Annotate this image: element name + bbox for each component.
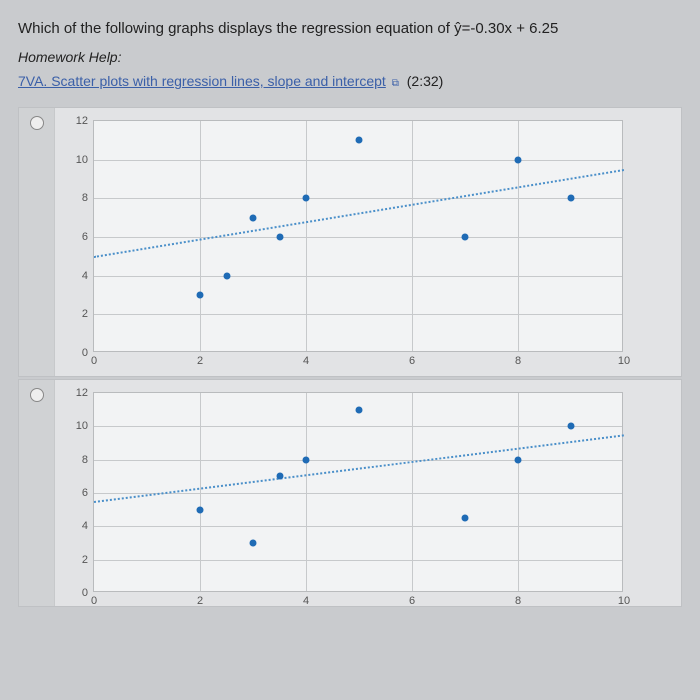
help-video-link[interactable]: 7VA. Scatter plots with regression lines… [18, 73, 386, 89]
scatter-chart-a: 0246810024681012 [55, 108, 681, 376]
x-tick-label: 4 [303, 591, 309, 607]
answer-options: 0246810024681012 0246810024681012 [18, 107, 682, 607]
y-tick-label: 10 [76, 154, 94, 166]
data-point [250, 214, 257, 221]
x-tick-label: 10 [618, 591, 630, 607]
regression-line [94, 169, 624, 258]
y-tick-label: 2 [82, 308, 94, 320]
x-tick-label: 6 [409, 351, 415, 367]
y-tick-label: 12 [76, 387, 94, 399]
data-point [515, 456, 522, 463]
data-point [356, 137, 363, 144]
help-link-row: 7VA. Scatter plots with regression lines… [18, 73, 682, 89]
homework-help-label: Homework Help: [18, 49, 682, 65]
chart-cell-b: 0246810024681012 [55, 380, 681, 606]
help-video-duration: (2:32) [407, 73, 444, 89]
option-b[interactable]: 0246810024681012 [18, 379, 682, 607]
data-point [197, 292, 204, 299]
x-tick-label: 8 [515, 591, 521, 607]
chart-cell-a: 0246810024681012 [55, 108, 681, 376]
y-tick-label: 4 [82, 270, 94, 282]
radio-cell [19, 380, 55, 606]
y-tick-label: 4 [82, 520, 94, 532]
y-tick-label: 0 [82, 587, 94, 599]
data-point [462, 234, 469, 241]
data-point [250, 540, 257, 547]
y-tick-label: 6 [82, 231, 94, 243]
y-tick-label: 8 [82, 454, 94, 466]
data-point [462, 515, 469, 522]
radio-button[interactable] [30, 388, 44, 402]
y-tick-label: 6 [82, 487, 94, 499]
x-tick-label: 6 [409, 591, 415, 607]
data-point [276, 234, 283, 241]
x-tick-label: 8 [515, 351, 521, 367]
radio-button[interactable] [30, 116, 44, 130]
y-tick-label: 12 [76, 115, 94, 127]
external-link-icon: ⧉ [392, 78, 399, 89]
data-point [568, 423, 575, 430]
data-point [197, 506, 204, 513]
y-tick-label: 8 [82, 192, 94, 204]
data-point [515, 156, 522, 163]
data-point [303, 456, 310, 463]
data-point [356, 406, 363, 413]
data-point [303, 195, 310, 202]
x-tick-label: 4 [303, 351, 309, 367]
question-text: Which of the following graphs displays t… [18, 20, 682, 37]
data-point [223, 272, 230, 279]
x-tick-label: 10 [618, 351, 630, 367]
y-tick-label: 2 [82, 554, 94, 566]
y-tick-label: 10 [76, 420, 94, 432]
scatter-chart-b: 0246810024681012 [55, 380, 681, 606]
radio-cell [19, 108, 55, 376]
y-tick-label: 0 [82, 347, 94, 359]
x-tick-label: 2 [197, 591, 203, 607]
data-point [568, 195, 575, 202]
data-point [276, 473, 283, 480]
option-a[interactable]: 0246810024681012 [18, 107, 682, 377]
x-tick-label: 2 [197, 351, 203, 367]
